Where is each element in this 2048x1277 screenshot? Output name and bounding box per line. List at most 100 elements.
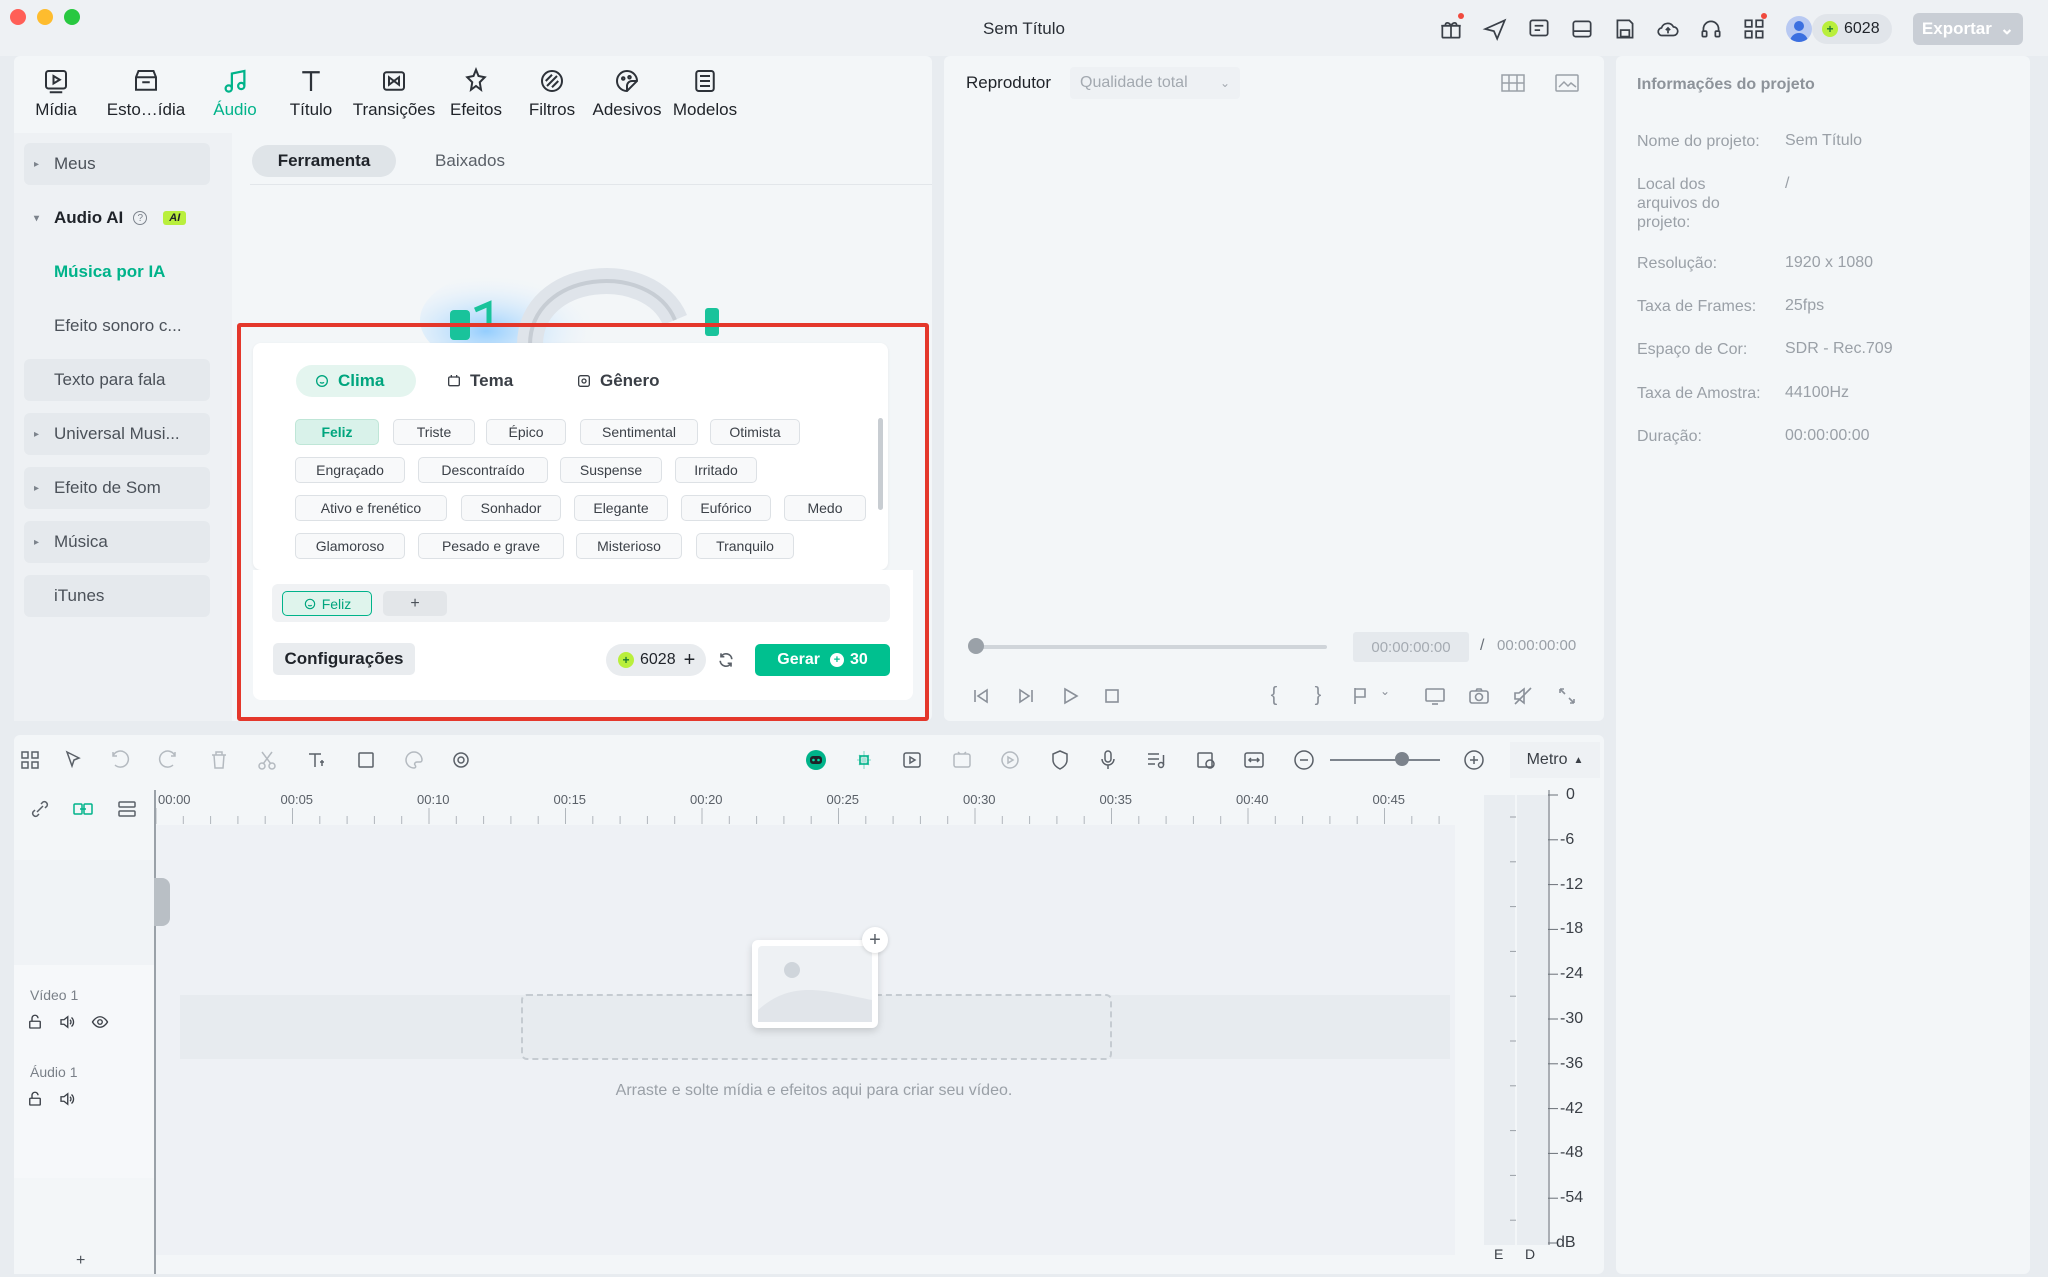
video-effect-icon[interactable] (900, 748, 924, 772)
tab-ferramenta[interactable]: Ferramenta (252, 145, 396, 177)
mood-chip[interactable]: Sentimental (580, 419, 698, 445)
ai-tool-icon[interactable] (450, 748, 474, 772)
quality-select[interactable]: Qualidade total ⌄ (1070, 67, 1240, 99)
mood-chip[interactable]: Feliz (295, 419, 379, 445)
playback-speed-icon[interactable] (998, 748, 1022, 772)
generate-button[interactable]: Gerar +30 (755, 644, 890, 676)
current-time[interactable]: 00:00:00:00 (1353, 632, 1469, 662)
link-clips-icon[interactable] (71, 797, 95, 821)
mood-chip[interactable]: Ativo e frenético (295, 495, 447, 521)
mark-in-icon[interactable]: { (1262, 684, 1286, 708)
mood-chip[interactable]: Descontraído (418, 457, 548, 483)
mood-chip[interactable]: Irritado (675, 457, 757, 483)
collapse-handle[interactable] (154, 878, 170, 926)
zoom-out-icon[interactable] (1292, 748, 1316, 772)
mood-chip[interactable]: Misterioso (576, 533, 682, 559)
snap-icon[interactable] (852, 748, 876, 772)
playback-progress[interactable] (975, 645, 1327, 649)
grid-view-icon[interactable] (1500, 72, 1526, 94)
sidebar-item-audio-ai[interactable]: ▾ Audio AI? AI (24, 197, 210, 239)
tab-clima[interactable]: Clima (314, 365, 384, 397)
lock-icon[interactable] (26, 1013, 44, 1031)
track-manager-icon[interactable] (115, 797, 139, 821)
mood-chip[interactable]: Medo (784, 495, 866, 521)
add-tag-button[interactable]: + (383, 591, 447, 616)
next-frame-icon[interactable] (1014, 684, 1038, 708)
tab-genero[interactable]: Gênero (576, 365, 660, 397)
tab-baixados[interactable]: Baixados (410, 145, 530, 177)
stop-icon[interactable] (1100, 684, 1124, 708)
mark-out-icon[interactable]: } (1306, 684, 1330, 708)
unlink-icon[interactable] (28, 797, 52, 821)
shield-icon[interactable] (1048, 748, 1072, 772)
export-button[interactable]: Exportar ⌄ (1913, 13, 2023, 45)
mood-chip[interactable]: Eufórico (681, 495, 771, 521)
snapshot-icon[interactable] (1467, 684, 1491, 708)
nav-transitions[interactable]: Transições (352, 66, 436, 136)
mood-chip[interactable]: Suspense (560, 457, 662, 483)
fit-width-icon[interactable] (1242, 748, 1266, 772)
cut-icon[interactable] (255, 748, 279, 772)
mood-chip[interactable]: Épico (486, 419, 566, 445)
redo-icon[interactable] (156, 748, 180, 772)
sidebar-item-musica[interactable]: ▸ Música (24, 521, 210, 563)
add-track-button[interactable]: + (76, 1252, 85, 1270)
playhead-knob[interactable] (968, 638, 984, 654)
mood-chip[interactable]: Glamoroso (295, 533, 405, 559)
sidebar-item-universal-music[interactable]: ▸ Universal Musi... (24, 413, 210, 455)
nav-templates[interactable]: Modelos (672, 66, 738, 136)
image-icon[interactable] (1554, 72, 1580, 94)
mood-chip[interactable]: Pesado e grave (418, 533, 564, 559)
zoom-slider-knob[interactable] (1395, 752, 1409, 766)
zoom-slider[interactable] (1330, 759, 1440, 761)
mood-chip[interactable]: Triste (393, 419, 475, 445)
undo-icon[interactable] (108, 748, 132, 772)
gift-icon[interactable] (1438, 16, 1464, 42)
cloud-upload-icon[interactable] (1655, 16, 1681, 42)
previous-frame-icon[interactable] (969, 684, 993, 708)
layout-icon[interactable] (1569, 16, 1595, 42)
audio-mute-icon[interactable] (1511, 684, 1535, 708)
sidebar-item-meus[interactable]: ▸ Meus (24, 143, 210, 185)
selected-tag-feliz[interactable]: Feliz (282, 591, 372, 616)
sidebar-item-efeito-sonoro[interactable]: Efeito sonoro c... (24, 305, 210, 347)
mood-chip[interactable]: Tranquilo (696, 533, 794, 559)
sidebar-item-efeito-de-som[interactable]: ▸ Efeito de Som (24, 467, 210, 509)
crop-icon[interactable] (354, 748, 378, 772)
layout-grid-icon[interactable] (18, 748, 42, 772)
meter-dropdown[interactable]: Metro ▲ (1510, 742, 1600, 778)
color-icon[interactable] (402, 748, 426, 772)
avatar[interactable] (1786, 16, 1812, 42)
sidebar-item-musica-por-ia[interactable]: Música por IA (24, 251, 210, 293)
refresh-icon[interactable] (716, 650, 736, 670)
help-icon[interactable]: ? (133, 211, 148, 225)
select-tool-icon[interactable] (62, 748, 86, 772)
tab-tema[interactable]: Tema (446, 365, 513, 397)
chevron-down-icon[interactable]: ⌄ (1380, 684, 1394, 708)
apps-grid-icon[interactable] (1741, 16, 1767, 42)
mood-chip[interactable]: Elegante (574, 495, 668, 521)
fullscreen-icon[interactable] (1555, 684, 1579, 708)
nav-stickers[interactable]: Adesivos (592, 66, 662, 136)
settings-button[interactable]: Configurações (273, 643, 415, 675)
nav-effects[interactable]: Efeitos (450, 66, 502, 136)
speaker-icon[interactable] (58, 1013, 76, 1031)
nav-media[interactable]: Mídia (30, 66, 82, 136)
mood-chip[interactable]: Engraçado (295, 457, 405, 483)
add-media-icon[interactable]: + (862, 927, 888, 953)
ai-robot-icon[interactable] (804, 748, 828, 772)
preview-render-icon[interactable] (1194, 748, 1218, 772)
nav-audio[interactable]: Áudio (210, 66, 260, 136)
send-icon[interactable] (1482, 16, 1508, 42)
text-tool-icon[interactable] (304, 748, 328, 772)
nav-title[interactable]: Título (285, 66, 337, 136)
monitor-icon[interactable] (1423, 684, 1447, 708)
eye-icon[interactable] (91, 1013, 109, 1031)
chips-scrollbar[interactable] (878, 418, 883, 510)
play-icon[interactable] (1058, 684, 1082, 708)
mood-chip[interactable]: Sonhador (461, 495, 561, 521)
timeline-playhead[interactable] (154, 790, 156, 1274)
news-icon[interactable] (1526, 16, 1552, 42)
nav-stock-media[interactable]: Esto…ídia (105, 66, 187, 136)
sidebar-item-texto-para-fala[interactable]: Texto para fala (24, 359, 210, 401)
